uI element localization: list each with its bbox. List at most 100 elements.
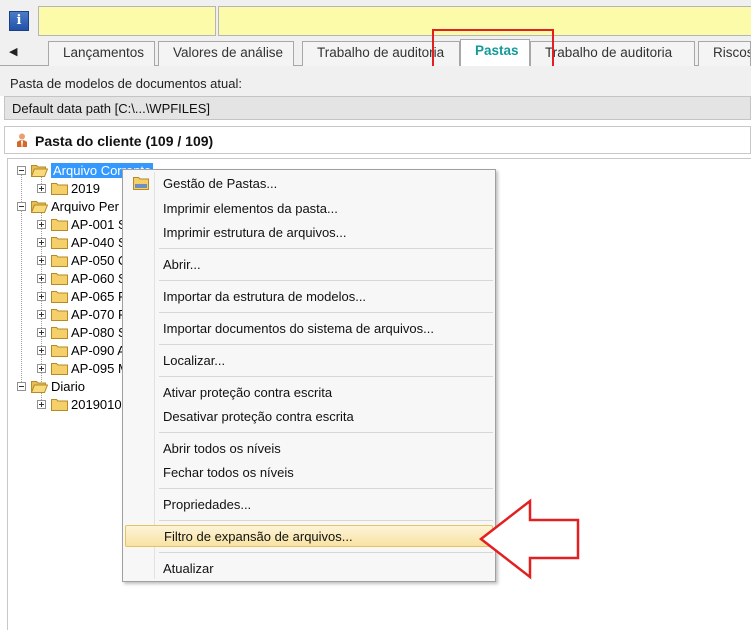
- menu-item-fechar-todos-niveis[interactable]: Fechar todos os níveis: [125, 462, 493, 484]
- annotation-arrow-icon: [478, 498, 580, 580]
- menu-item-desativar-protecao[interactable]: Desativar proteção contra escrita: [125, 406, 493, 428]
- expand-icon[interactable]: [37, 256, 46, 265]
- collapse-icon[interactable]: [17, 202, 26, 211]
- menu-item-label: Localizar...: [163, 353, 226, 368]
- tab-scroll-left-icon[interactable]: ◀: [9, 45, 17, 58]
- menu-item-imprimir-elementos[interactable]: Imprimir elementos da pasta...: [125, 198, 493, 220]
- top-toolbar: i: [0, 0, 751, 38]
- open-folder-icon: [31, 201, 48, 213]
- tree-node-label: 2019: [71, 181, 100, 196]
- tree-node-label: AP-060 S: [71, 271, 127, 286]
- menu-item-label: Importar documentos do sistema de arquiv…: [163, 321, 434, 336]
- folder-icon: [51, 273, 68, 285]
- menu-item-label: Abrir todos os níveis: [163, 441, 281, 456]
- info-icon[interactable]: i: [9, 11, 29, 31]
- expand-icon[interactable]: [37, 364, 46, 373]
- menu-item-atualizar[interactable]: Atualizar: [125, 558, 493, 580]
- tree-node-label: AP-070 F: [71, 307, 126, 322]
- folder-icon: [51, 363, 68, 375]
- menu-item-importar-estrutura-modelos[interactable]: Importar da estrutura de modelos...: [125, 286, 493, 308]
- menu-item-ativar-protecao[interactable]: Ativar proteção contra escrita: [125, 382, 493, 404]
- tree-node-label: 20190101: [71, 397, 129, 412]
- expand-icon[interactable]: [37, 346, 46, 355]
- tab-riscos[interactable]: Riscos: [698, 41, 751, 66]
- menu-item-label: Fechar todos os níveis: [163, 465, 294, 480]
- expand-icon[interactable]: [37, 238, 46, 247]
- context-menu: Gestão de Pastas... Imprimir elementos d…: [122, 169, 496, 582]
- menu-separator: [159, 280, 493, 281]
- yellow-field-left[interactable]: [38, 6, 216, 36]
- menu-separator: [159, 520, 493, 521]
- tree-node-label: Diario: [51, 379, 85, 394]
- folder-icon: [51, 345, 68, 357]
- menu-item-propriedades[interactable]: Propriedades...: [125, 494, 493, 516]
- menu-item-abrir[interactable]: Abrir...: [125, 254, 493, 276]
- menu-item-gestao-de-pastas[interactable]: Gestão de Pastas...: [125, 173, 493, 195]
- menu-separator: [159, 552, 493, 553]
- tree-node-label: AP-090 A: [71, 343, 126, 358]
- client-panel-title: Pasta do cliente (109 / 109): [35, 133, 214, 149]
- menu-separator: [159, 344, 493, 345]
- tree-node-label: AP-095 M: [71, 361, 129, 376]
- folder-icon: [51, 237, 68, 249]
- menu-item-label: Propriedades...: [163, 497, 252, 512]
- tree-node-label: AP-080 S: [71, 325, 127, 340]
- expand-icon[interactable]: [37, 310, 46, 319]
- expand-icon[interactable]: [37, 292, 46, 301]
- folder-icon: [51, 291, 68, 303]
- folder-icon: [51, 255, 68, 267]
- menu-item-label: Importar da estrutura de modelos...: [163, 289, 367, 304]
- open-folder-icon: [31, 165, 48, 177]
- expand-icon[interactable]: [37, 184, 46, 193]
- menu-item-imprimir-estrutura[interactable]: Imprimir estrutura de arquivos...: [125, 222, 493, 244]
- tab-valores-de-analise[interactable]: Valores de análise: [158, 41, 294, 66]
- person-icon: [17, 133, 27, 147]
- tree-node-label: AP-040 S: [71, 235, 127, 250]
- open-folder-icon: [31, 381, 48, 393]
- menu-item-label: Desativar proteção contra escrita: [163, 409, 354, 424]
- templates-label: Pasta de modelos de documentos atual:: [10, 76, 242, 91]
- tree-node-label: AP-050 C: [71, 253, 128, 268]
- tree-node-label: AP-001 S: [71, 217, 127, 232]
- templates-path-field: Default data path [C:\...\WPFILES]: [4, 96, 751, 120]
- menu-separator: [159, 248, 493, 249]
- folder-icon: [51, 399, 68, 411]
- folder-icon: [51, 183, 68, 195]
- tab-strip: ◀ Lançamentos Valores de análise Trabalh…: [0, 38, 751, 67]
- menu-item-abrir-todos-niveis[interactable]: Abrir todos os níveis: [125, 438, 493, 460]
- tree-node-diario[interactable]: Diario: [17, 378, 137, 396]
- menu-item-label: Gestão de Pastas...: [163, 176, 278, 191]
- menu-item-label: Imprimir elementos da pasta...: [163, 201, 338, 216]
- collapse-icon[interactable]: [17, 382, 26, 391]
- expand-icon[interactable]: [37, 220, 46, 229]
- menu-item-localizar[interactable]: Localizar...: [125, 350, 493, 372]
- expand-icon[interactable]: [37, 328, 46, 337]
- menu-item-filtro-expansao[interactable]: Filtro de expansão de arquivos...: [125, 525, 493, 547]
- menu-item-label: Abrir...: [163, 257, 201, 272]
- tree-node-arquivo-permanente[interactable]: Arquivo Per: [17, 198, 137, 216]
- collapse-icon[interactable]: [17, 166, 26, 175]
- menu-separator: [159, 312, 493, 313]
- tab-lancamentos[interactable]: Lançamentos: [48, 41, 155, 66]
- menu-item-importar-documentos[interactable]: Importar documentos do sistema de arquiv…: [125, 318, 493, 340]
- menu-separator: [159, 488, 493, 489]
- folder-icon: [51, 309, 68, 321]
- menu-item-label: Imprimir estrutura de arquivos...: [163, 225, 347, 240]
- tab-trabalho-de-auditoria-2[interactable]: Trabalho de auditoria: [530, 41, 695, 66]
- templates-label-row: Pasta de modelos de documentos atual:: [0, 66, 751, 96]
- expand-icon[interactable]: [37, 400, 46, 409]
- menu-item-label: Atualizar: [163, 561, 214, 576]
- menu-separator: [159, 432, 493, 433]
- menu-separator: [159, 376, 493, 377]
- tree-node-label: AP-065 F: [71, 289, 126, 304]
- menu-item-label: Filtro de expansão de arquivos...: [164, 529, 353, 544]
- tree-node-label: Arquivo Per: [51, 199, 119, 214]
- folder-icon: [133, 177, 149, 190]
- templates-path: Default data path [C:\...\WPFILES]: [12, 101, 210, 116]
- expand-icon[interactable]: [37, 274, 46, 283]
- folder-icon: [51, 327, 68, 339]
- folder-icon: [51, 219, 68, 231]
- app-window: i ◀ Lançamentos Valores de análise Traba…: [0, 0, 751, 630]
- client-panel-header: Pasta do cliente (109 / 109): [4, 126, 751, 154]
- menu-item-label: Ativar proteção contra escrita: [163, 385, 333, 400]
